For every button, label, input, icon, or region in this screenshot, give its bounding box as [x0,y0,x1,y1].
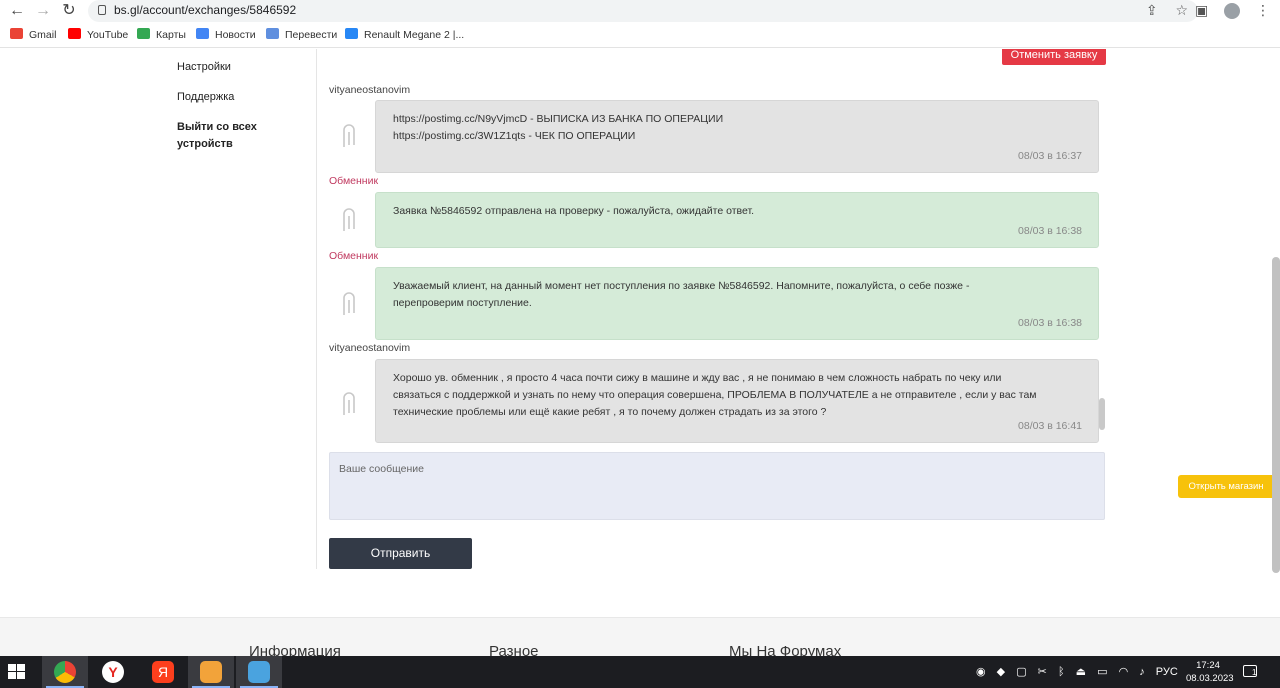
message-input[interactable] [330,453,1104,519]
taskbar-paint[interactable] [236,656,282,688]
youtube-icon [68,28,81,39]
back-icon[interactable]: ← [8,2,26,20]
bookmark-translate[interactable]: Перевести [266,28,337,41]
footer: Информация Разное Мы На Форумах [0,617,1280,656]
message-time: 08/03 в 16:38 [1018,317,1082,329]
page-content: Настройки Поддержка Выйти со всех устрой… [0,49,1280,656]
profile-avatar[interactable] [1224,3,1241,20]
message-line: Заявка №5846592 отправлена на проверку -… [393,205,755,217]
sidebar-item-settings[interactable]: Настройки [177,61,231,73]
clock[interactable]: 17:24 08.03.2023 [1186,659,1234,685]
maps-icon [137,28,150,39]
bookmark-maps[interactable]: Карты [137,28,186,41]
message-bubble: Заявка №5846592 отправлена на проверку -… [375,192,1099,248]
notifications-count: 1 [1252,668,1257,677]
notifications-icon[interactable]: 1 [1243,665,1257,677]
message-author: Обменник [329,175,379,187]
message-line: перепроверим поступление. [393,297,532,309]
chrome-icon [54,661,76,683]
message-line: Уважаемый клиент, на данный момент нет п… [393,280,970,292]
system-tray: ◉ ◆ ▢ ✂ ᛒ ⏏ ▭ ◠ ♪ РУС [976,665,1186,678]
url-text: bs.gl/account/exchanges/5846592 [114,3,297,17]
message-line: Хорошо ув. обменник , я просто 4 часа по… [393,372,1002,384]
volume-icon[interactable]: ♪ [1139,666,1145,678]
gmail-icon [10,28,23,39]
chat-scrollbar[interactable] [1099,398,1105,430]
message-bubble: https://postimg.cc/N9yVjmcD - ВЫПИСКА ИЗ… [375,100,1099,173]
forward-icon[interactable]: → [34,2,52,20]
bookmark-youtube[interactable]: YouTube [68,28,128,41]
taskbar-yandex[interactable]: Я [140,656,186,688]
app-icon [200,661,222,683]
yandex-browser-icon: Y [102,661,124,683]
language-indicator[interactable]: РУС [1156,666,1178,678]
message-line: связаться с поддержкой и узнать по нему … [393,389,1037,401]
taskbar-chrome[interactable] [42,656,88,688]
app-tray-icon[interactable]: ◆ [997,666,1005,678]
share-icon[interactable]: ⇪ [1146,2,1158,18]
side-panel-icon[interactable]: ▣ [1195,2,1208,18]
open-shop-button[interactable]: Открыть магазин [1178,475,1274,498]
steam-icon[interactable]: ◉ [976,666,986,678]
message-author: vityaneostanovim [329,342,411,354]
message-line: https://postimg.cc/N9yVjmcD - ВЫПИСКА ИЗ… [393,113,724,125]
footer-heading-info: Информация [249,643,341,656]
paint-icon [248,661,270,683]
message-time: 08/03 в 16:38 [1018,225,1082,237]
message-author: Обменник [329,250,379,262]
paperclip-icon [343,392,355,415]
paperclip-icon [343,124,355,147]
paperclip-icon [343,292,355,315]
clock-time: 17:24 [1196,660,1220,671]
send-button[interactable]: Отправить [329,538,472,569]
footer-heading-forums: Мы На Форумах [729,643,842,656]
message-author: vityaneostanovim [329,84,411,96]
translate-icon [266,28,279,39]
windows-taskbar: Y Я ◉ ◆ ▢ ✂ ᛒ ⏏ ▭ ◠ ♪ РУС 17:24 08.03.20… [0,656,1280,688]
cancel-order-button[interactable]: Отменить заявку [1002,49,1106,65]
clock-date: 08.03.2023 [1186,673,1234,684]
sidebar-divider [316,49,317,569]
taskbar-yandex-browser[interactable]: Y [90,656,136,688]
message-bubble: Хорошо ув. обменник , я просто 4 часа по… [375,359,1099,443]
message-line: https://postimg.cc/3W1Z1qts - ЧЕК ПО ОПЕ… [393,130,636,142]
bookmarks-bar: Gmail YouTube Карты Новости Перевести Re… [0,24,1280,48]
message-time: 08/03 в 16:37 [1018,150,1082,162]
footer-heading-misc: Разное [489,643,539,656]
wifi-icon[interactable]: ◠ [1119,666,1129,678]
windows-start-icon[interactable] [8,664,26,680]
bluetooth-icon[interactable]: ᛒ [1058,666,1065,678]
usb-icon[interactable]: ⏏ [1076,666,1086,678]
sidebar-item-support[interactable]: Поддержка [177,91,234,103]
menu-icon[interactable]: ⋮ [1256,2,1270,18]
bookmark-renault[interactable]: Renault Megane 2 |... [345,28,464,41]
taskbar-app-4[interactable] [188,656,234,688]
bookmark-gmail[interactable]: Gmail [10,28,56,41]
screen-capture-icon[interactable]: ▢ [1016,666,1026,678]
battery-icon[interactable]: ▭ [1097,666,1107,678]
paperclip-icon [343,208,355,231]
address-bar[interactable]: bs.gl/account/exchanges/5846592 ⇪ ☆ [88,0,1198,22]
reload-icon[interactable]: ↻ [60,2,78,20]
bookmark-news[interactable]: Новости [196,28,256,41]
yandex-icon: Я [152,661,174,683]
tools-icon[interactable]: ✂ [1038,666,1047,678]
message-line: технические проблемы или ещё какие ребят… [393,406,827,418]
news-icon [196,28,209,39]
message-bubble: Уважаемый клиент, на данный момент нет п… [375,267,1099,340]
lock-icon [98,5,106,15]
message-time: 08/03 в 16:41 [1018,420,1082,432]
message-compose [329,452,1105,520]
browser-toolbar: ← → ↻ bs.gl/account/exchanges/5846592 ⇪ … [0,0,1280,22]
page-scrollbar[interactable] [1272,257,1280,573]
sidebar-item-logout-all[interactable]: Выйти со всех устройств [177,119,277,153]
vk-icon [345,28,358,39]
